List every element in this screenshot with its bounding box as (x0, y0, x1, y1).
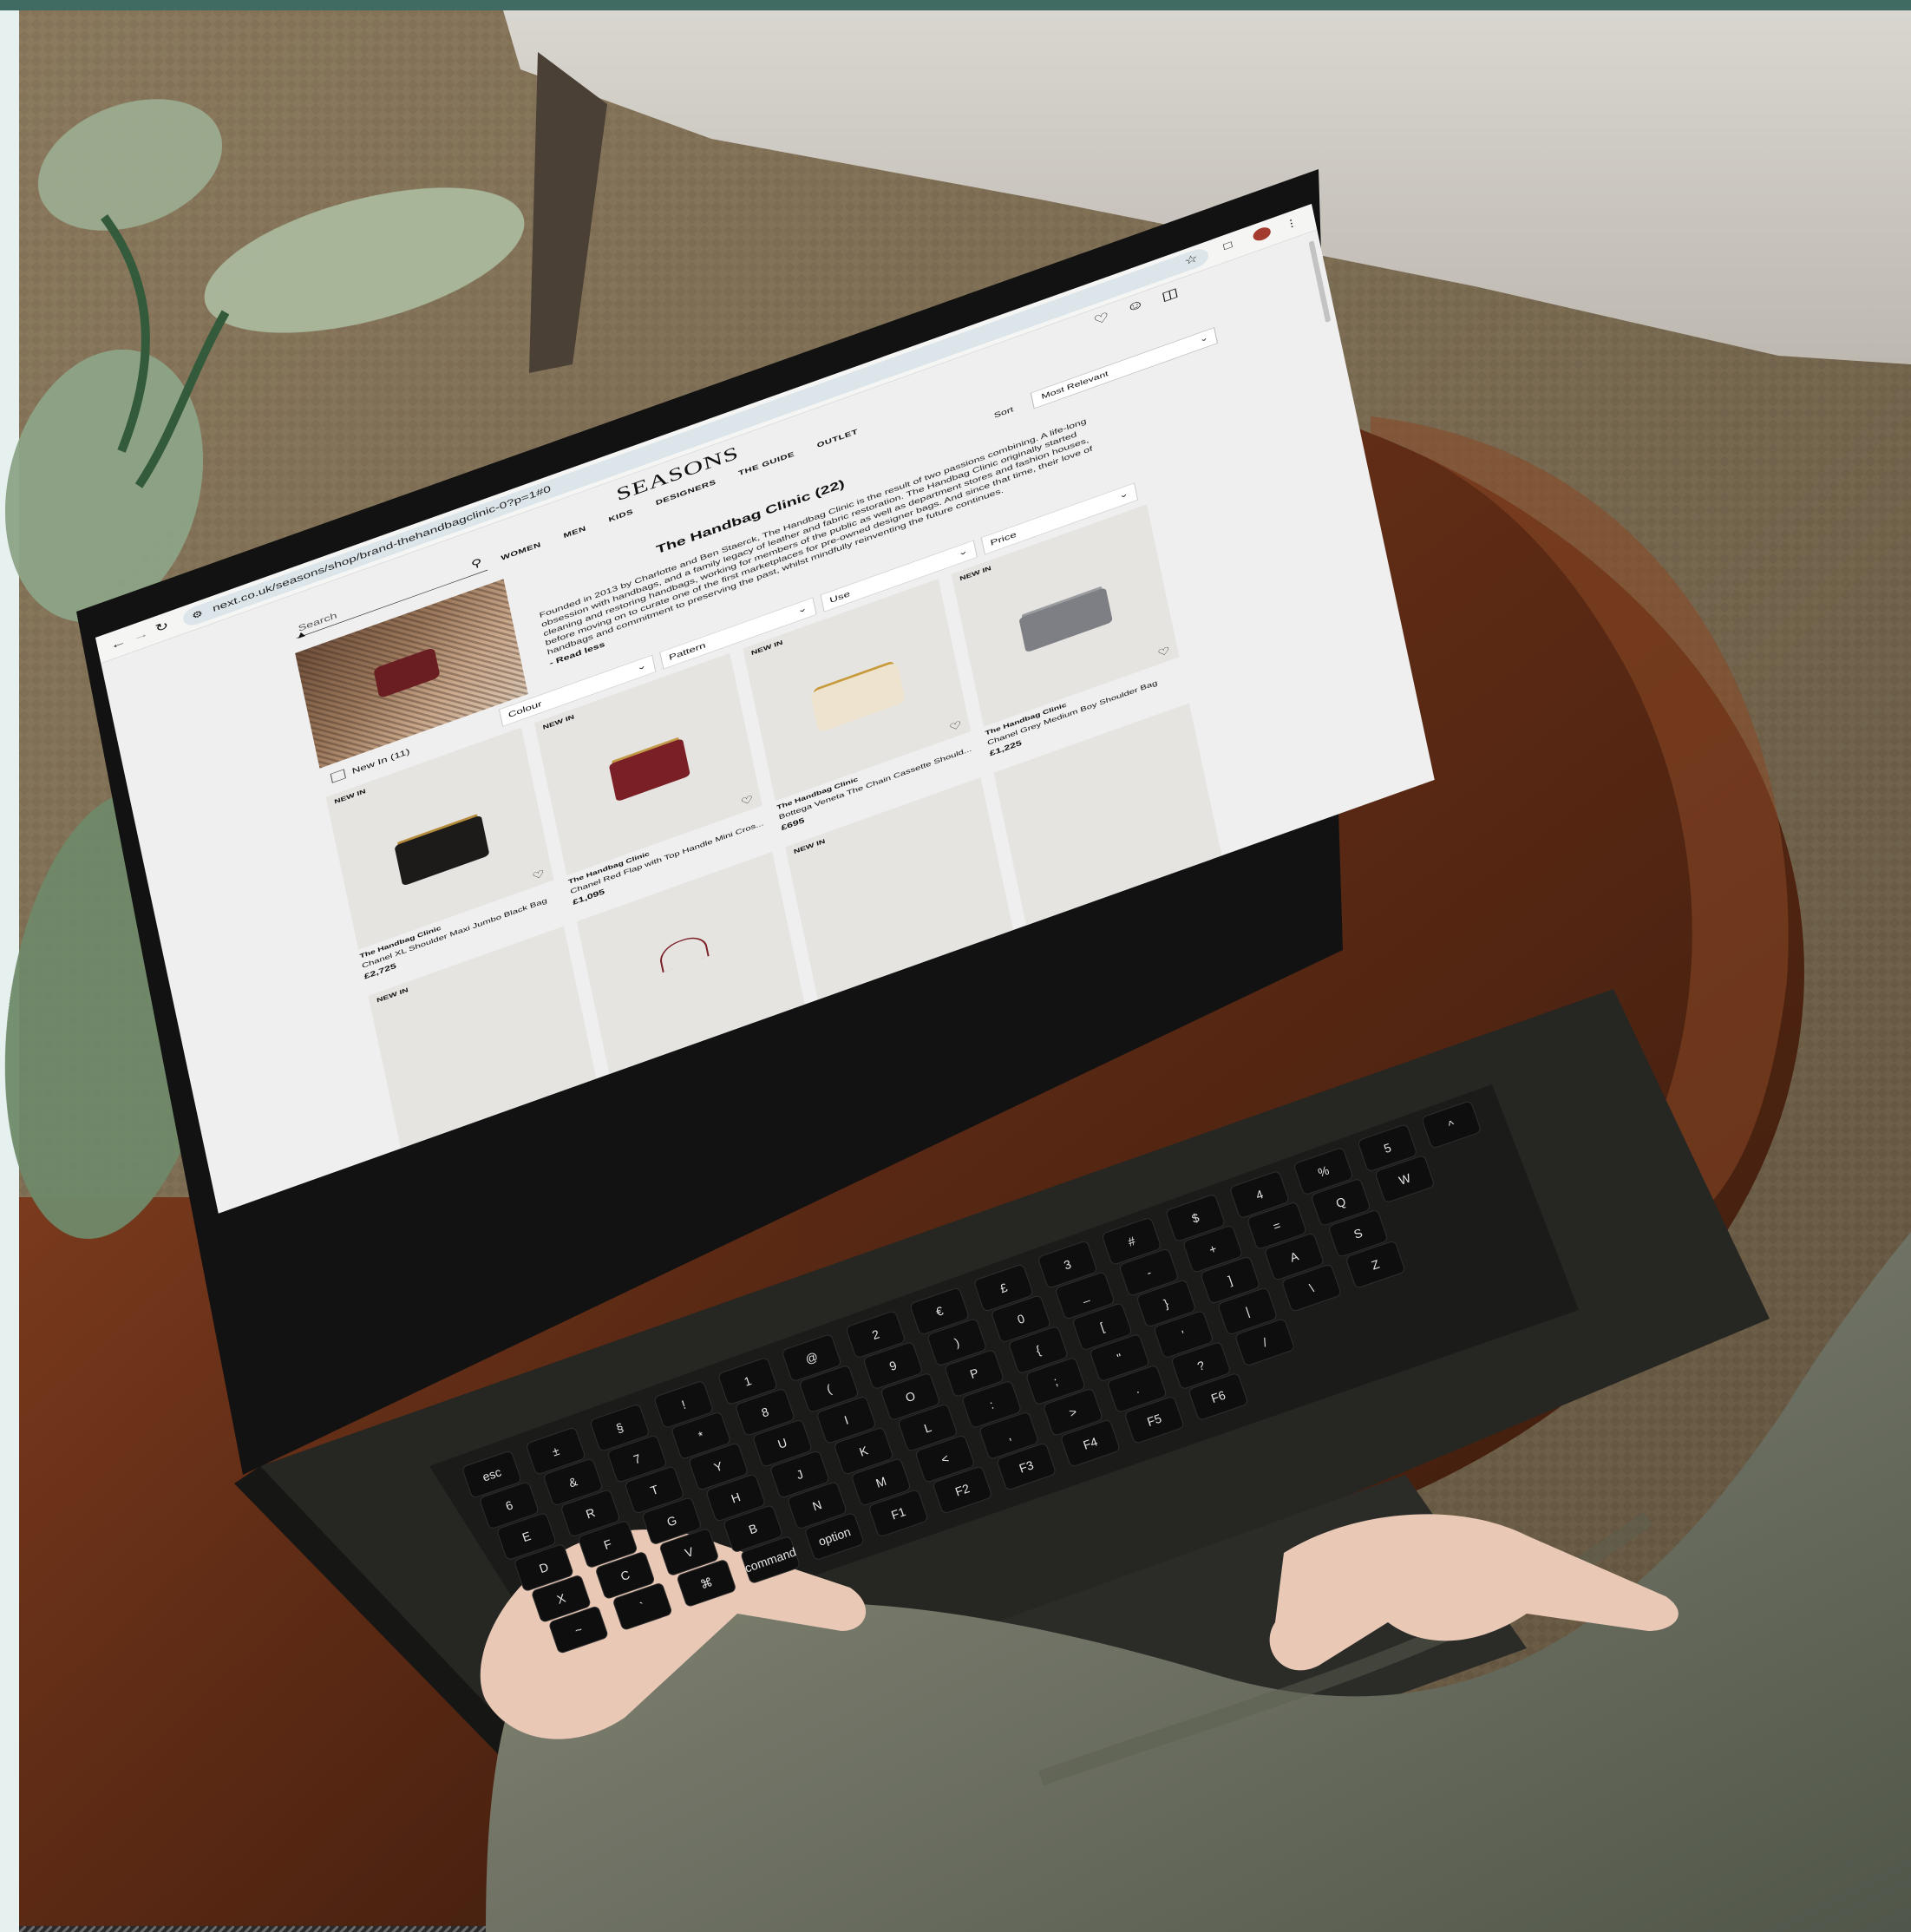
heart-icon[interactable]: ♡ (1092, 309, 1111, 329)
profile-avatar[interactable] (1252, 225, 1273, 243)
bag-icon[interactable]: ◫ (1160, 285, 1180, 305)
chevron-down-icon: ⌄ (1198, 332, 1209, 344)
nav-kids[interactable]: KIDS (608, 508, 634, 524)
checkbox[interactable] (330, 769, 346, 783)
menu-icon[interactable]: ⋮ (1283, 215, 1299, 232)
photo-scene: esc ± §! 1 @2 € £3 # $4% 5 ^ 6 & 7 * 8(9) 0 _ - + = Q W E R T Y U I O… (0, 0, 1911, 1932)
chevron-down-icon: ⌄ (796, 603, 808, 615)
filter-colour-label: Colour (507, 698, 543, 720)
keyboard-key[interactable]: ^ (1422, 1101, 1482, 1149)
filter-use-label: Use (828, 588, 851, 606)
filter-price-label: Price (989, 529, 1018, 548)
back-icon[interactable]: ← (109, 635, 128, 652)
chevron-down-icon: ⌄ (635, 660, 647, 672)
search-icon[interactable]: ⚲ (470, 556, 483, 572)
chevron-down-icon: ⌄ (957, 546, 969, 558)
site-info-icon[interactable]: ⚙ (191, 608, 204, 622)
bag-handle-shape (657, 932, 710, 973)
nav-women[interactable]: WOMEN (501, 541, 542, 562)
nav-the-guide[interactable]: THE GUIDE (738, 450, 795, 477)
sort-label: Sort (992, 404, 1015, 420)
user-icon[interactable]: ☺ (1125, 297, 1146, 318)
new-in-badge: NEW IN (793, 838, 827, 856)
filter-pattern-label: Pattern (668, 640, 707, 663)
extensions-icon[interactable]: □ (1222, 239, 1233, 252)
sort-control: Sort Most Relevant ⌄ (992, 327, 1219, 421)
forward-icon[interactable]: → (132, 626, 150, 644)
chevron-down-icon: ⌄ (1117, 488, 1129, 501)
reload-icon[interactable]: ↻ (154, 619, 170, 635)
nav-men[interactable]: MEN (563, 525, 587, 540)
new-in-badge: NEW IN (376, 986, 409, 1005)
nav-outlet[interactable]: OUTLET (816, 428, 859, 449)
star-icon[interactable]: ☆ (1183, 252, 1199, 268)
